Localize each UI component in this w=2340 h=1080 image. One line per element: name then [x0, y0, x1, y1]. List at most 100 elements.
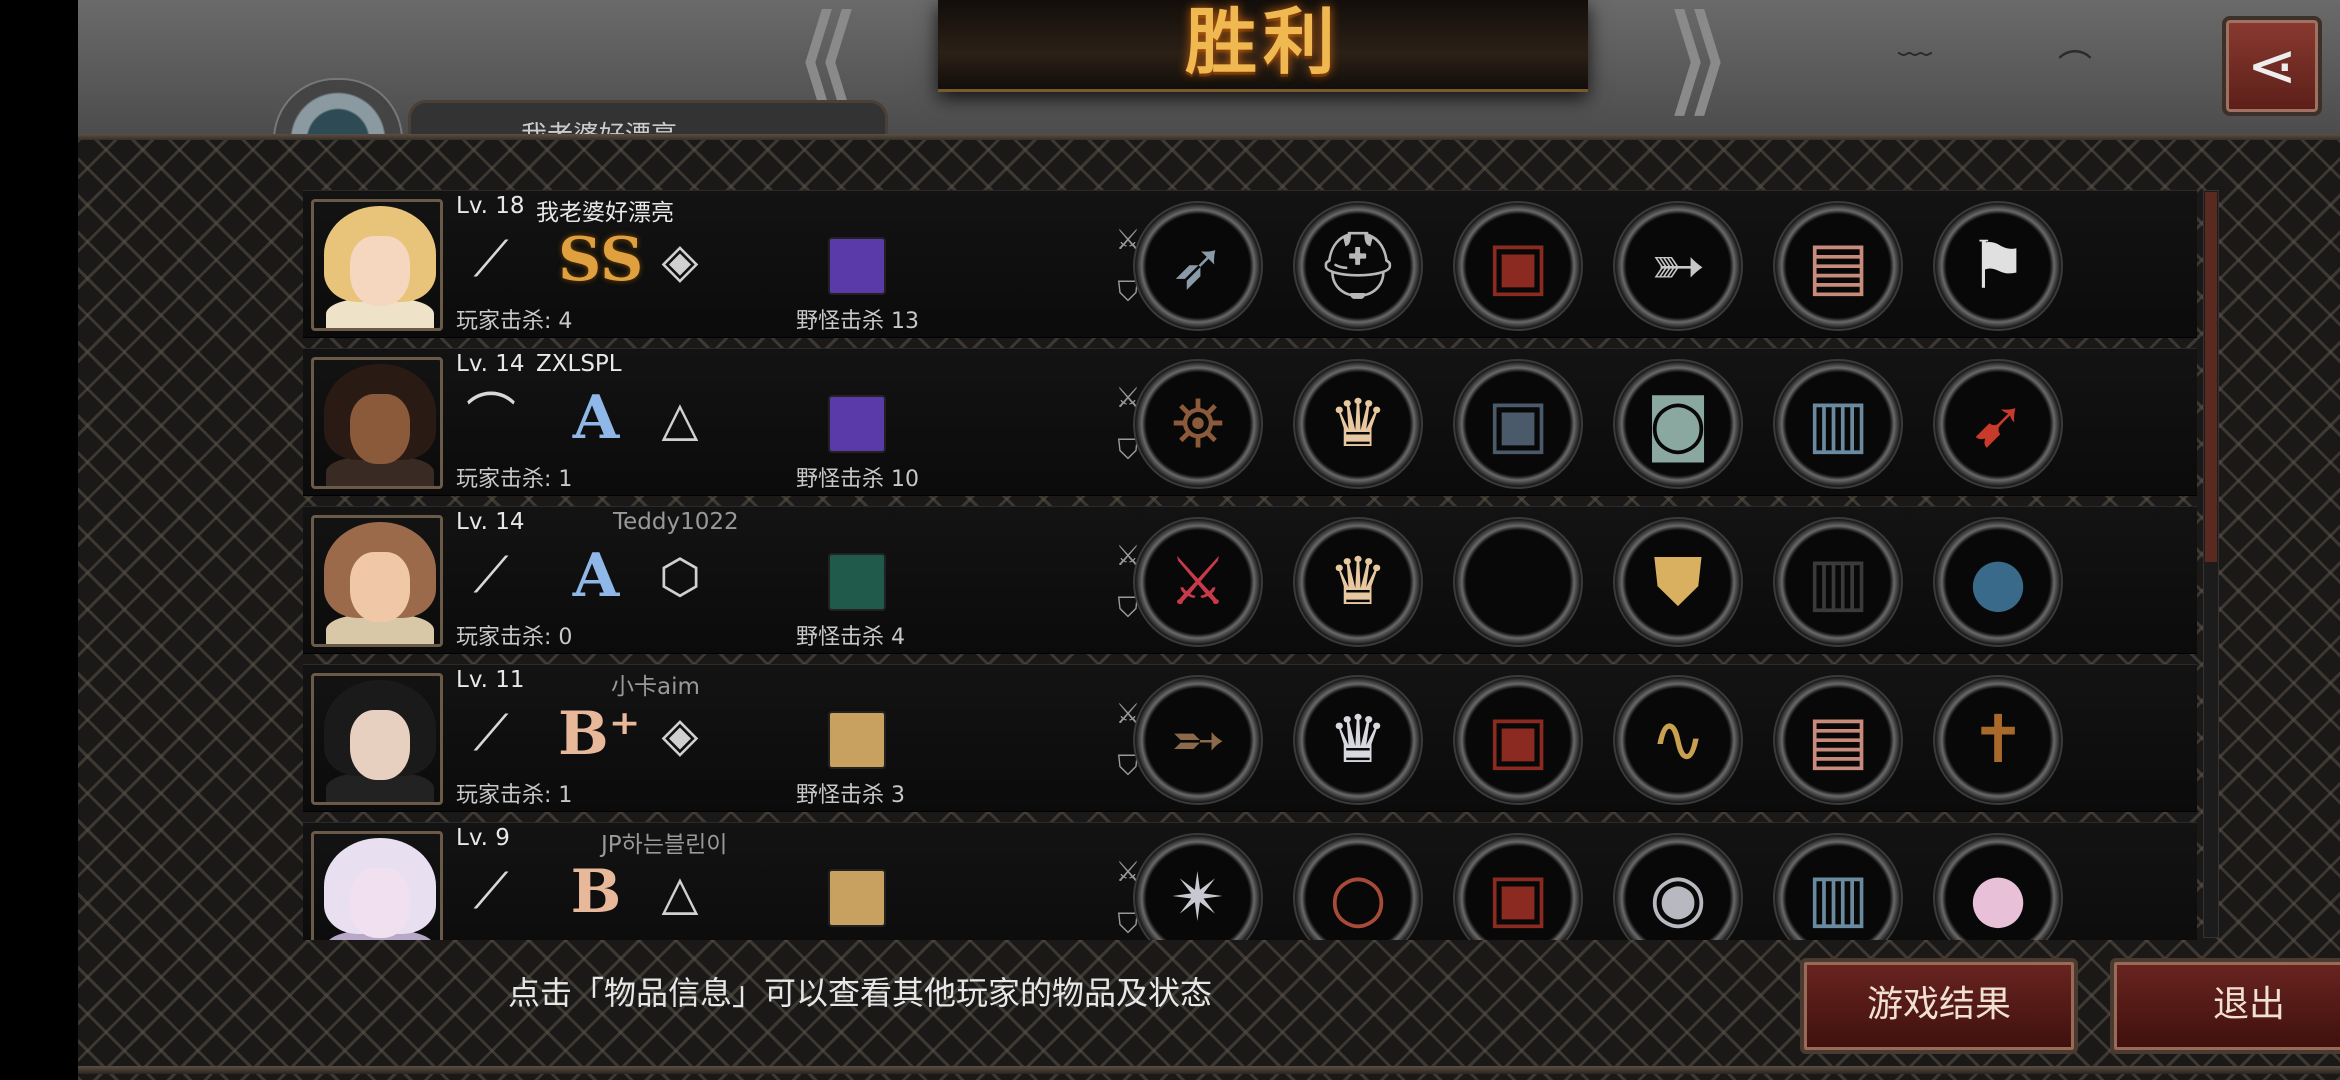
item-slot[interactable]: ▥	[1773, 833, 1903, 940]
player-level: Lv. 18	[456, 193, 525, 219]
red-quiver-icon: ➹	[1970, 385, 2026, 462]
victory-title: 胜利	[1184, 0, 1341, 84]
player-portrait[interactable]	[311, 673, 443, 805]
player-kills: 玩家击杀: 0	[456, 625, 573, 650]
steel-boots-icon: ▥	[1806, 385, 1870, 462]
golden-shield-icon: ⛊	[1653, 543, 1703, 620]
monster-kills: 野怪击杀 13	[796, 309, 919, 334]
grade-badge: B⁺	[558, 699, 641, 769]
player-portrait[interactable]	[311, 199, 443, 331]
spiked-bracer-icon: ➳	[1650, 227, 1706, 304]
grade-badge: SS	[558, 225, 644, 295]
player-portrait[interactable]	[311, 831, 443, 940]
blue-orb-icon: ●	[1969, 543, 2027, 620]
item-info-hint: 点击「物品信息」可以查看其他玩家的物品及状态	[508, 974, 1213, 1012]
triangle-rank-icon: △	[661, 391, 699, 447]
player-portrait[interactable]	[311, 515, 443, 647]
player-level: Lv. 9	[456, 825, 510, 851]
player-row[interactable]: Lv. 18 我老婆好漂亮 ⟋ SS ◈ 玩家击杀: 4 野怪击杀 13 ⚔ 2…	[303, 190, 2197, 338]
diamond-rank-icon: ◈	[661, 707, 699, 763]
item-slot[interactable]: ➶	[1133, 201, 1263, 331]
item-slot[interactable]: ✴	[1133, 833, 1263, 940]
ring-icon: ○	[1329, 859, 1387, 936]
item-slot[interactable]: ▣	[1453, 675, 1583, 805]
knight-helmet-icon: ⛑	[1316, 227, 1400, 304]
item-slot[interactable]: ➳	[1613, 201, 1743, 331]
scrollbar-thumb[interactable]	[2205, 192, 2217, 562]
silver-circlet-icon: ♛	[1328, 701, 1388, 778]
item-slot[interactable]: ♛	[1293, 675, 1423, 805]
item-slot[interactable]: ◙	[1613, 359, 1743, 489]
exit-button[interactable]: 退出	[2110, 958, 2340, 1054]
player-portrait[interactable]	[311, 357, 443, 489]
item-slot[interactable]: ⛊	[1613, 517, 1743, 647]
bottom-rail	[78, 1066, 2340, 1074]
item-slot[interactable]: ⚔	[1133, 517, 1263, 647]
share-button[interactable]: ⋖	[2222, 16, 2322, 116]
knife-icon: ⟋	[473, 862, 509, 920]
player-name: 我老婆好漂亮	[536, 200, 674, 226]
player-level: Lv. 14	[456, 509, 525, 535]
item-slot[interactable]: ⛑	[1293, 201, 1423, 331]
item-slot[interactable]: ●	[1933, 517, 2063, 647]
victory-banner: 胜利	[938, 0, 1588, 92]
striped-boots-icon: ▤	[1806, 227, 1870, 304]
player-row[interactable]: Lv. 14 ZXLSPL ⌒ A △ 玩家击杀: 1 野怪击杀 10 ⚔ 14…	[303, 348, 2197, 496]
item-slot[interactable]: ∿	[1613, 675, 1743, 805]
item-slot[interactable]: ➹	[1933, 359, 2063, 489]
item-slot[interactable]: ➵	[1133, 675, 1263, 805]
item-slot[interactable]: ◉	[1613, 833, 1743, 940]
item-slot[interactable]: ▣	[1453, 359, 1583, 489]
game-result-button[interactable]: 游戏结果	[1800, 958, 2078, 1054]
item-slot[interactable]: ▤	[1773, 675, 1903, 805]
player-kills: 玩家击杀: 1	[456, 783, 573, 808]
item-slot[interactable]: ▥	[1773, 359, 1903, 489]
item-slot[interactable]: ⚑	[1933, 201, 2063, 331]
player-row[interactable]: Lv. 14 Teddy1022 ⟋ A ⬡ 玩家击杀: 0 野怪击杀 4 ⚔ …	[303, 506, 2197, 654]
item-slot[interactable]: ▣	[1453, 833, 1583, 940]
striped-boots-icon: ▤	[1806, 701, 1870, 778]
steel-disc-icon: ◉	[1649, 859, 1707, 936]
player-kills: 玩家击杀: 1	[456, 467, 573, 492]
triangle-rank-icon: △	[661, 865, 699, 921]
radar-device-icon: ◙	[1645, 385, 1711, 462]
share-icon: ⋖	[2246, 31, 2298, 101]
monster-kills: 野怪击杀 3	[796, 783, 905, 808]
player-row[interactable]: Lv. 9 JP하는블린이 ⟋ B △ ⚔ 115 ⛉ 177 ✴ ○ ▣ ◉ …	[303, 822, 2197, 940]
skill-icon	[828, 869, 886, 927]
diamond-rank-icon: ◈	[661, 233, 699, 289]
dark-armor-icon: ▣	[1486, 385, 1550, 462]
player-row[interactable]: Lv. 11 小卡aim ⟋ B⁺ ◈ 玩家击杀: 1 野怪击杀 3 ⚔ 127…	[303, 664, 2197, 812]
player-kills: 玩家击杀: 4	[456, 309, 573, 334]
item-slot[interactable]: ♛	[1293, 517, 1423, 647]
item-slot[interactable]: ♛	[1293, 359, 1423, 489]
game-result-screen: ⌒ ﹏ ⌒ ⟪ ⟫ 胜利 我老婆好漂亮 ⋖ Lv. 18 我老婆好漂亮 ⟋ SS…	[78, 0, 2340, 1080]
black-boots-icon: ▥	[1806, 543, 1870, 620]
black-flag-icon: ⚑	[1968, 227, 2028, 304]
item-slot[interactable]: ⛯	[1133, 359, 1263, 489]
winged-circlet-icon: ♛	[1328, 543, 1388, 620]
red-armor-icon: ▣	[1486, 701, 1550, 778]
crimson-sword-icon: ⚔	[1168, 543, 1228, 620]
rapier-icon: ⟋	[473, 546, 509, 604]
pearl-icon: ●	[1969, 859, 2027, 936]
item-slot[interactable]: ●	[1933, 833, 2063, 940]
item-slot[interactable]	[1453, 517, 1583, 647]
bird-decoration: ﹏	[1898, 22, 1932, 62]
item-slot[interactable]: ○	[1293, 833, 1423, 940]
chain-whip-icon: ∿	[1650, 701, 1706, 778]
item-slot[interactable]: ✝	[1933, 675, 2063, 805]
bow-icon: ⌒	[466, 388, 516, 446]
scoreboard-list[interactable]: Lv. 18 我老婆好漂亮 ⟋ SS ◈ 玩家击杀: 4 野怪击杀 13 ⚔ 2…	[303, 190, 2223, 940]
hexagon-rank-icon: ⬡	[659, 549, 701, 605]
skill-icon	[828, 237, 886, 295]
player-name: Teddy1022	[613, 509, 739, 535]
player-level: Lv. 11	[456, 667, 525, 693]
skill-icon	[828, 395, 886, 453]
item-slot[interactable]: ▣	[1453, 201, 1583, 331]
item-slot[interactable]: ▤	[1773, 201, 1903, 331]
player-name: 小卡aim	[611, 674, 700, 700]
spear-icon: ➵	[1170, 701, 1226, 778]
player-name: JP하는블린이	[601, 832, 728, 858]
item-slot[interactable]: ▥	[1773, 517, 1903, 647]
